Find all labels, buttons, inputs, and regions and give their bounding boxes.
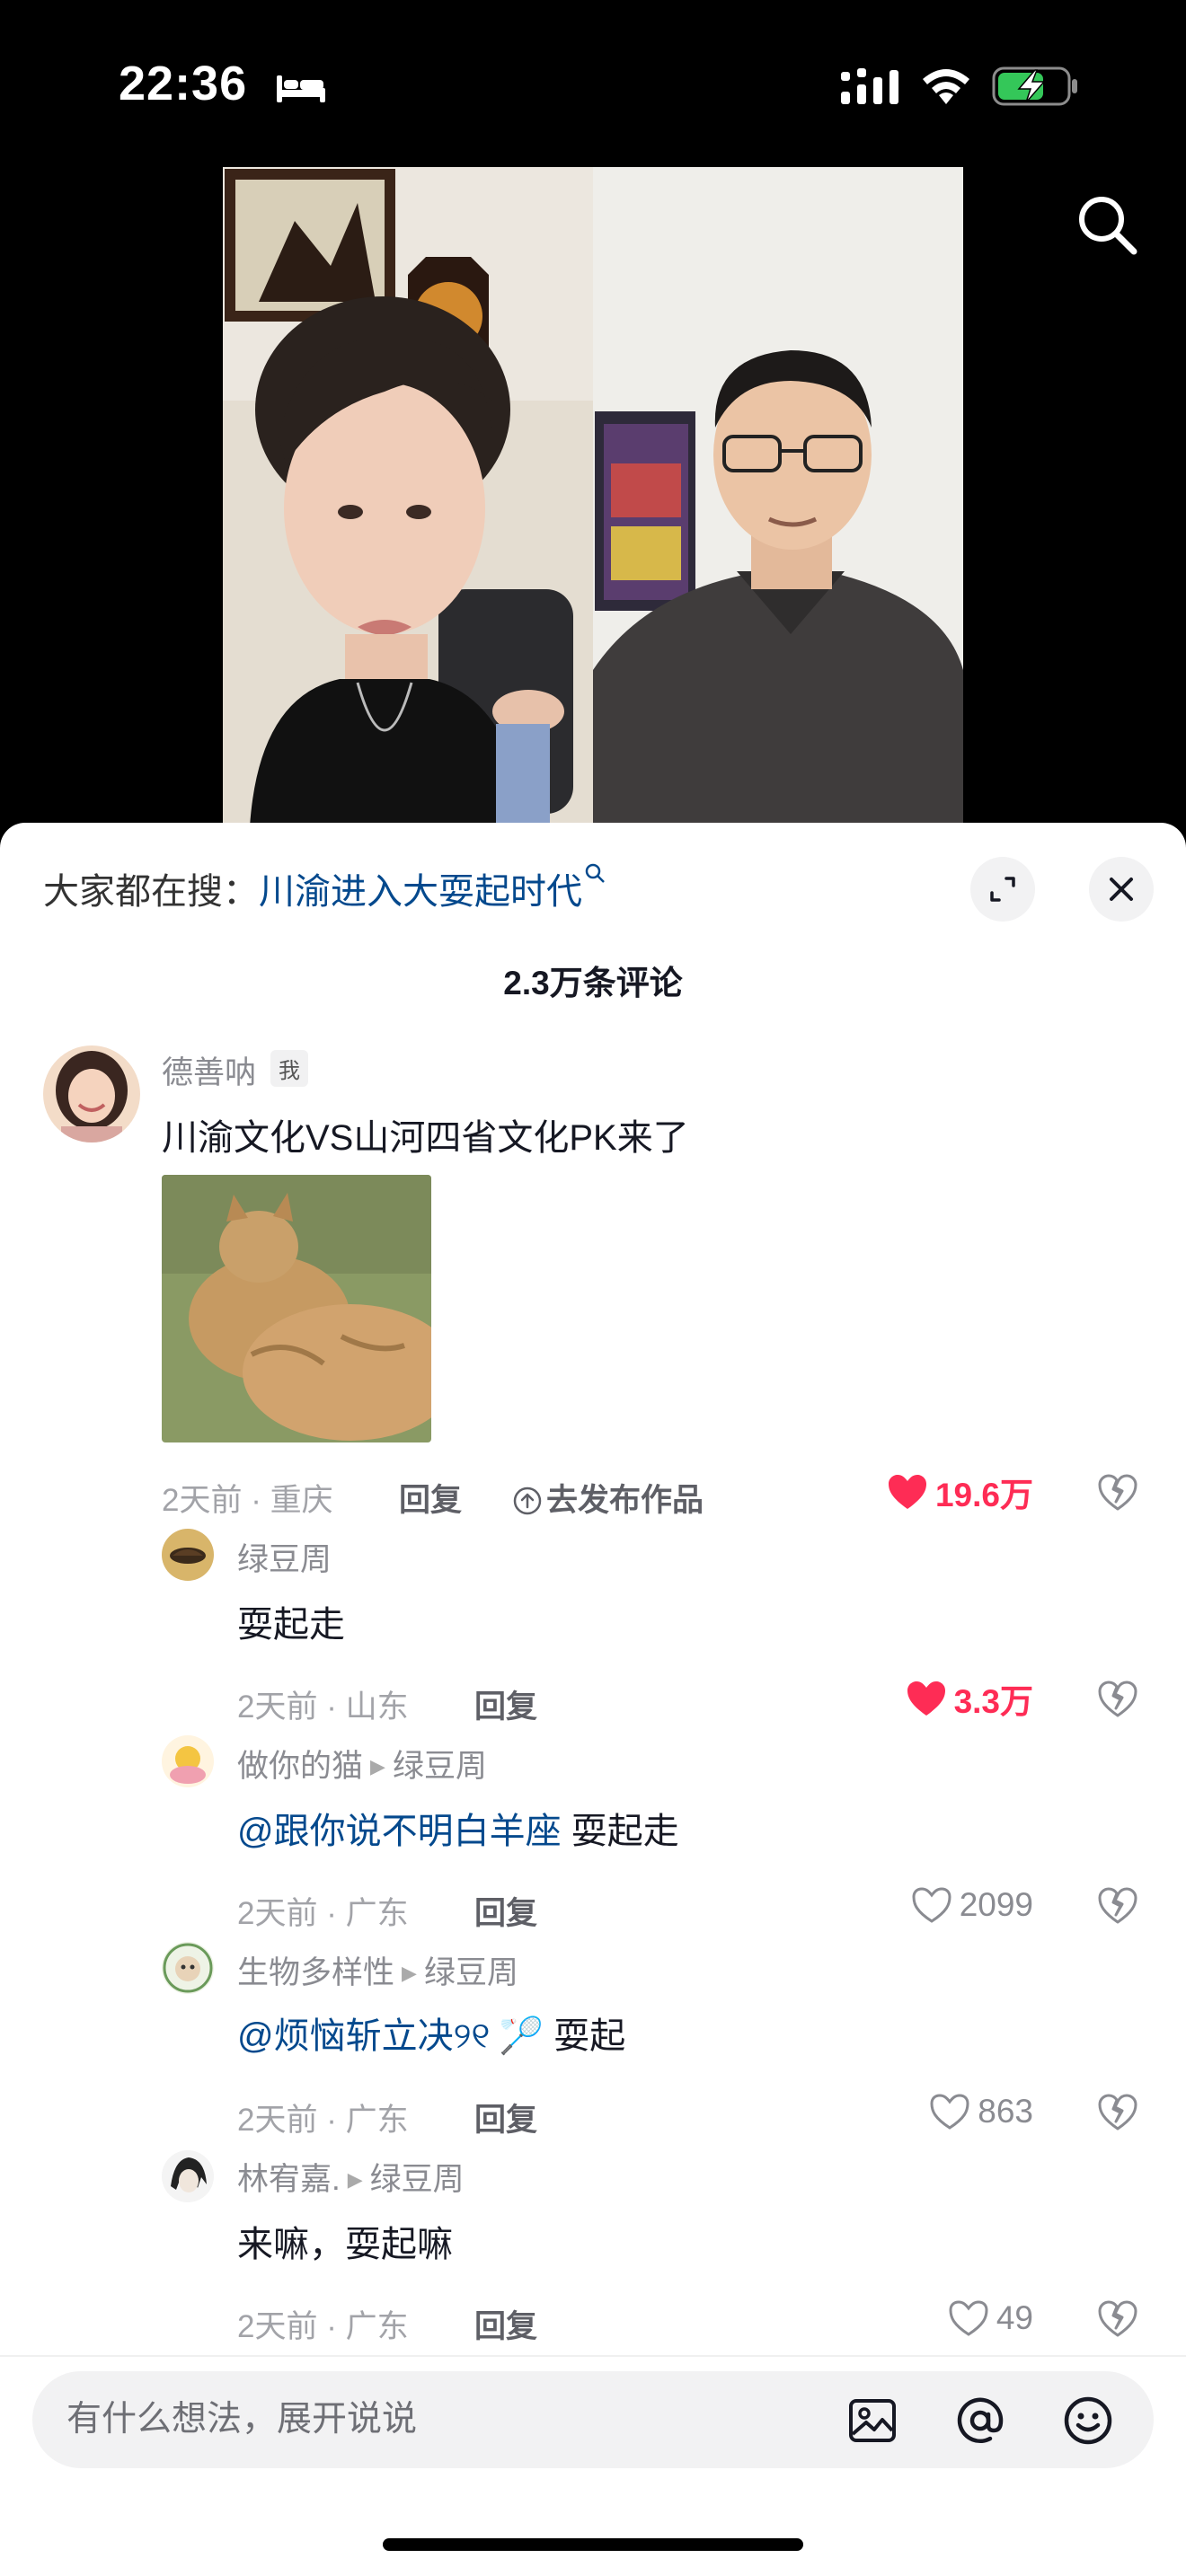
trend-query-link[interactable]: 川渝进入大耍起时代	[259, 872, 582, 912]
video-frame[interactable]	[223, 167, 963, 826]
wifi-icon	[923, 69, 969, 104]
reply-button[interactable]: 回复	[474, 1681, 537, 1727]
avatar[interactable]	[162, 1735, 214, 1787]
comment-text: 耍起走	[237, 1605, 345, 1645]
comment-username[interactable]: 林宥嘉. ▶ 绿豆周	[237, 2154, 465, 2200]
publish-work-button[interactable]: 去发布作品	[512, 1475, 704, 1521]
avatar[interactable]	[162, 1942, 214, 1994]
heart-outline-icon	[912, 1887, 951, 1923]
comment-time-location: 2天前 · 广东	[237, 2309, 409, 2344]
comment-text: 来嘛，耍起嘛	[237, 2225, 453, 2264]
reply-arrow-icon: ▶	[402, 1962, 417, 1984]
comment-count: 2.3万条评论	[503, 965, 683, 1001]
at-mention-icon[interactable]	[954, 2395, 1006, 2447]
home-indicator[interactable]	[383, 2538, 803, 2551]
like-count: 2099	[959, 1886, 1033, 1923]
avatar[interactable]	[162, 2150, 214, 2202]
reply-button[interactable]: 回复	[474, 1888, 537, 1934]
like-button[interactable]: 3.3万	[827, 1676, 1033, 1721]
mention-link[interactable]: @烦恼斩立决୨୧	[237, 2016, 490, 2056]
like-count: 863	[978, 2093, 1033, 2130]
badminton-emoji: 🏸	[499, 2016, 544, 2056]
dislike-heart-icon[interactable]	[1098, 2093, 1137, 2132]
comment-input-bar[interactable]	[32, 2371, 1154, 2468]
comment-username[interactable]: 德善呐我	[162, 1047, 309, 1093]
comment-username[interactable]: 生物多样性 ▶ 绿豆周	[237, 1947, 518, 1993]
me-badge: 我	[270, 1050, 309, 1087]
comment-time-location: 2天前 · 重庆	[162, 1483, 333, 1518]
battery-charging-icon	[992, 66, 1077, 106]
upload-circle-icon	[513, 1486, 542, 1515]
comment-username[interactable]: 绿豆周	[237, 1534, 332, 1580]
comment-sheet: 大家都在搜：川渝进入大耍起时代 2.3万条评论 德善呐我 川渝文化VS山河四省文…	[0, 823, 1186, 2576]
comment-image[interactable]	[162, 1175, 431, 1442]
input-divider	[0, 2355, 1186, 2357]
heart-filled-icon	[888, 1475, 926, 1509]
reply-button[interactable]: 回复	[474, 2095, 537, 2140]
reply-button[interactable]: 回复	[474, 2301, 537, 2347]
cellular-signal-icon	[841, 68, 898, 104]
close-icon	[1110, 878, 1133, 901]
video-left-person	[223, 167, 593, 826]
dislike-heart-icon[interactable]	[1098, 1473, 1137, 1513]
emoji-icon[interactable]	[1062, 2395, 1114, 2447]
like-button[interactable]: 863	[827, 2089, 1033, 2134]
comment-time-location: 2天前 · 广东	[237, 1896, 409, 1931]
like-button[interactable]: 49	[827, 2296, 1033, 2341]
comment-text: 川渝文化VS山河四省文化PK来了	[162, 1118, 689, 1158]
bed-icon	[277, 75, 325, 102]
heart-outline-icon	[949, 2300, 988, 2336]
status-time: 22:36	[119, 57, 248, 110]
comment-time-location: 2天前 · 山东	[237, 1689, 409, 1725]
heart-filled-icon	[907, 1681, 945, 1716]
dislike-heart-icon[interactable]	[1098, 2299, 1137, 2339]
image-icon[interactable]	[846, 2395, 898, 2447]
comment-input[interactable]	[66, 2371, 803, 2468]
avatar[interactable]	[43, 1045, 140, 1142]
reply-arrow-icon: ▶	[347, 2168, 363, 2191]
like-button[interactable]: 19.6万	[827, 1469, 1033, 1514]
video-right-person	[593, 167, 963, 826]
like-button[interactable]: 2099	[827, 1883, 1033, 1928]
small-search-icon	[585, 863, 605, 883]
heart-outline-icon	[930, 2094, 969, 2130]
like-count: 49	[996, 2299, 1033, 2336]
reply-arrow-icon: ▶	[370, 1755, 385, 1778]
comment-time-location: 2天前 · 广东	[237, 2103, 409, 2138]
avatar[interactable]	[162, 1529, 214, 1581]
dislike-heart-icon[interactable]	[1098, 1680, 1137, 1719]
status-bar: 22:36	[0, 0, 1186, 171]
reply-button[interactable]: 回复	[399, 1475, 462, 1521]
comment-username[interactable]: 做你的猫 ▶ 绿豆周	[237, 1741, 487, 1786]
expand-icon	[990, 877, 1015, 902]
mention-link[interactable]: @跟你说不明白羊座	[237, 1812, 562, 1851]
comment-text: @烦恼斩立决୨୧ 🏸 耍起	[237, 2016, 626, 2056]
like-count: 19.6万	[934, 1477, 1033, 1513]
search-icon[interactable]	[1075, 192, 1139, 257]
expand-button[interactable]	[970, 857, 1035, 922]
trending-search-banner[interactable]: 大家都在搜：川渝进入大耍起时代	[43, 862, 606, 914]
like-count: 3.3万	[953, 1683, 1033, 1720]
trend-prefix: 大家都在搜：	[43, 872, 259, 912]
close-button[interactable]	[1089, 857, 1154, 922]
dislike-heart-icon[interactable]	[1098, 1886, 1137, 1926]
comment-text: @跟你说不明白羊座 耍起走	[237, 1812, 679, 1851]
